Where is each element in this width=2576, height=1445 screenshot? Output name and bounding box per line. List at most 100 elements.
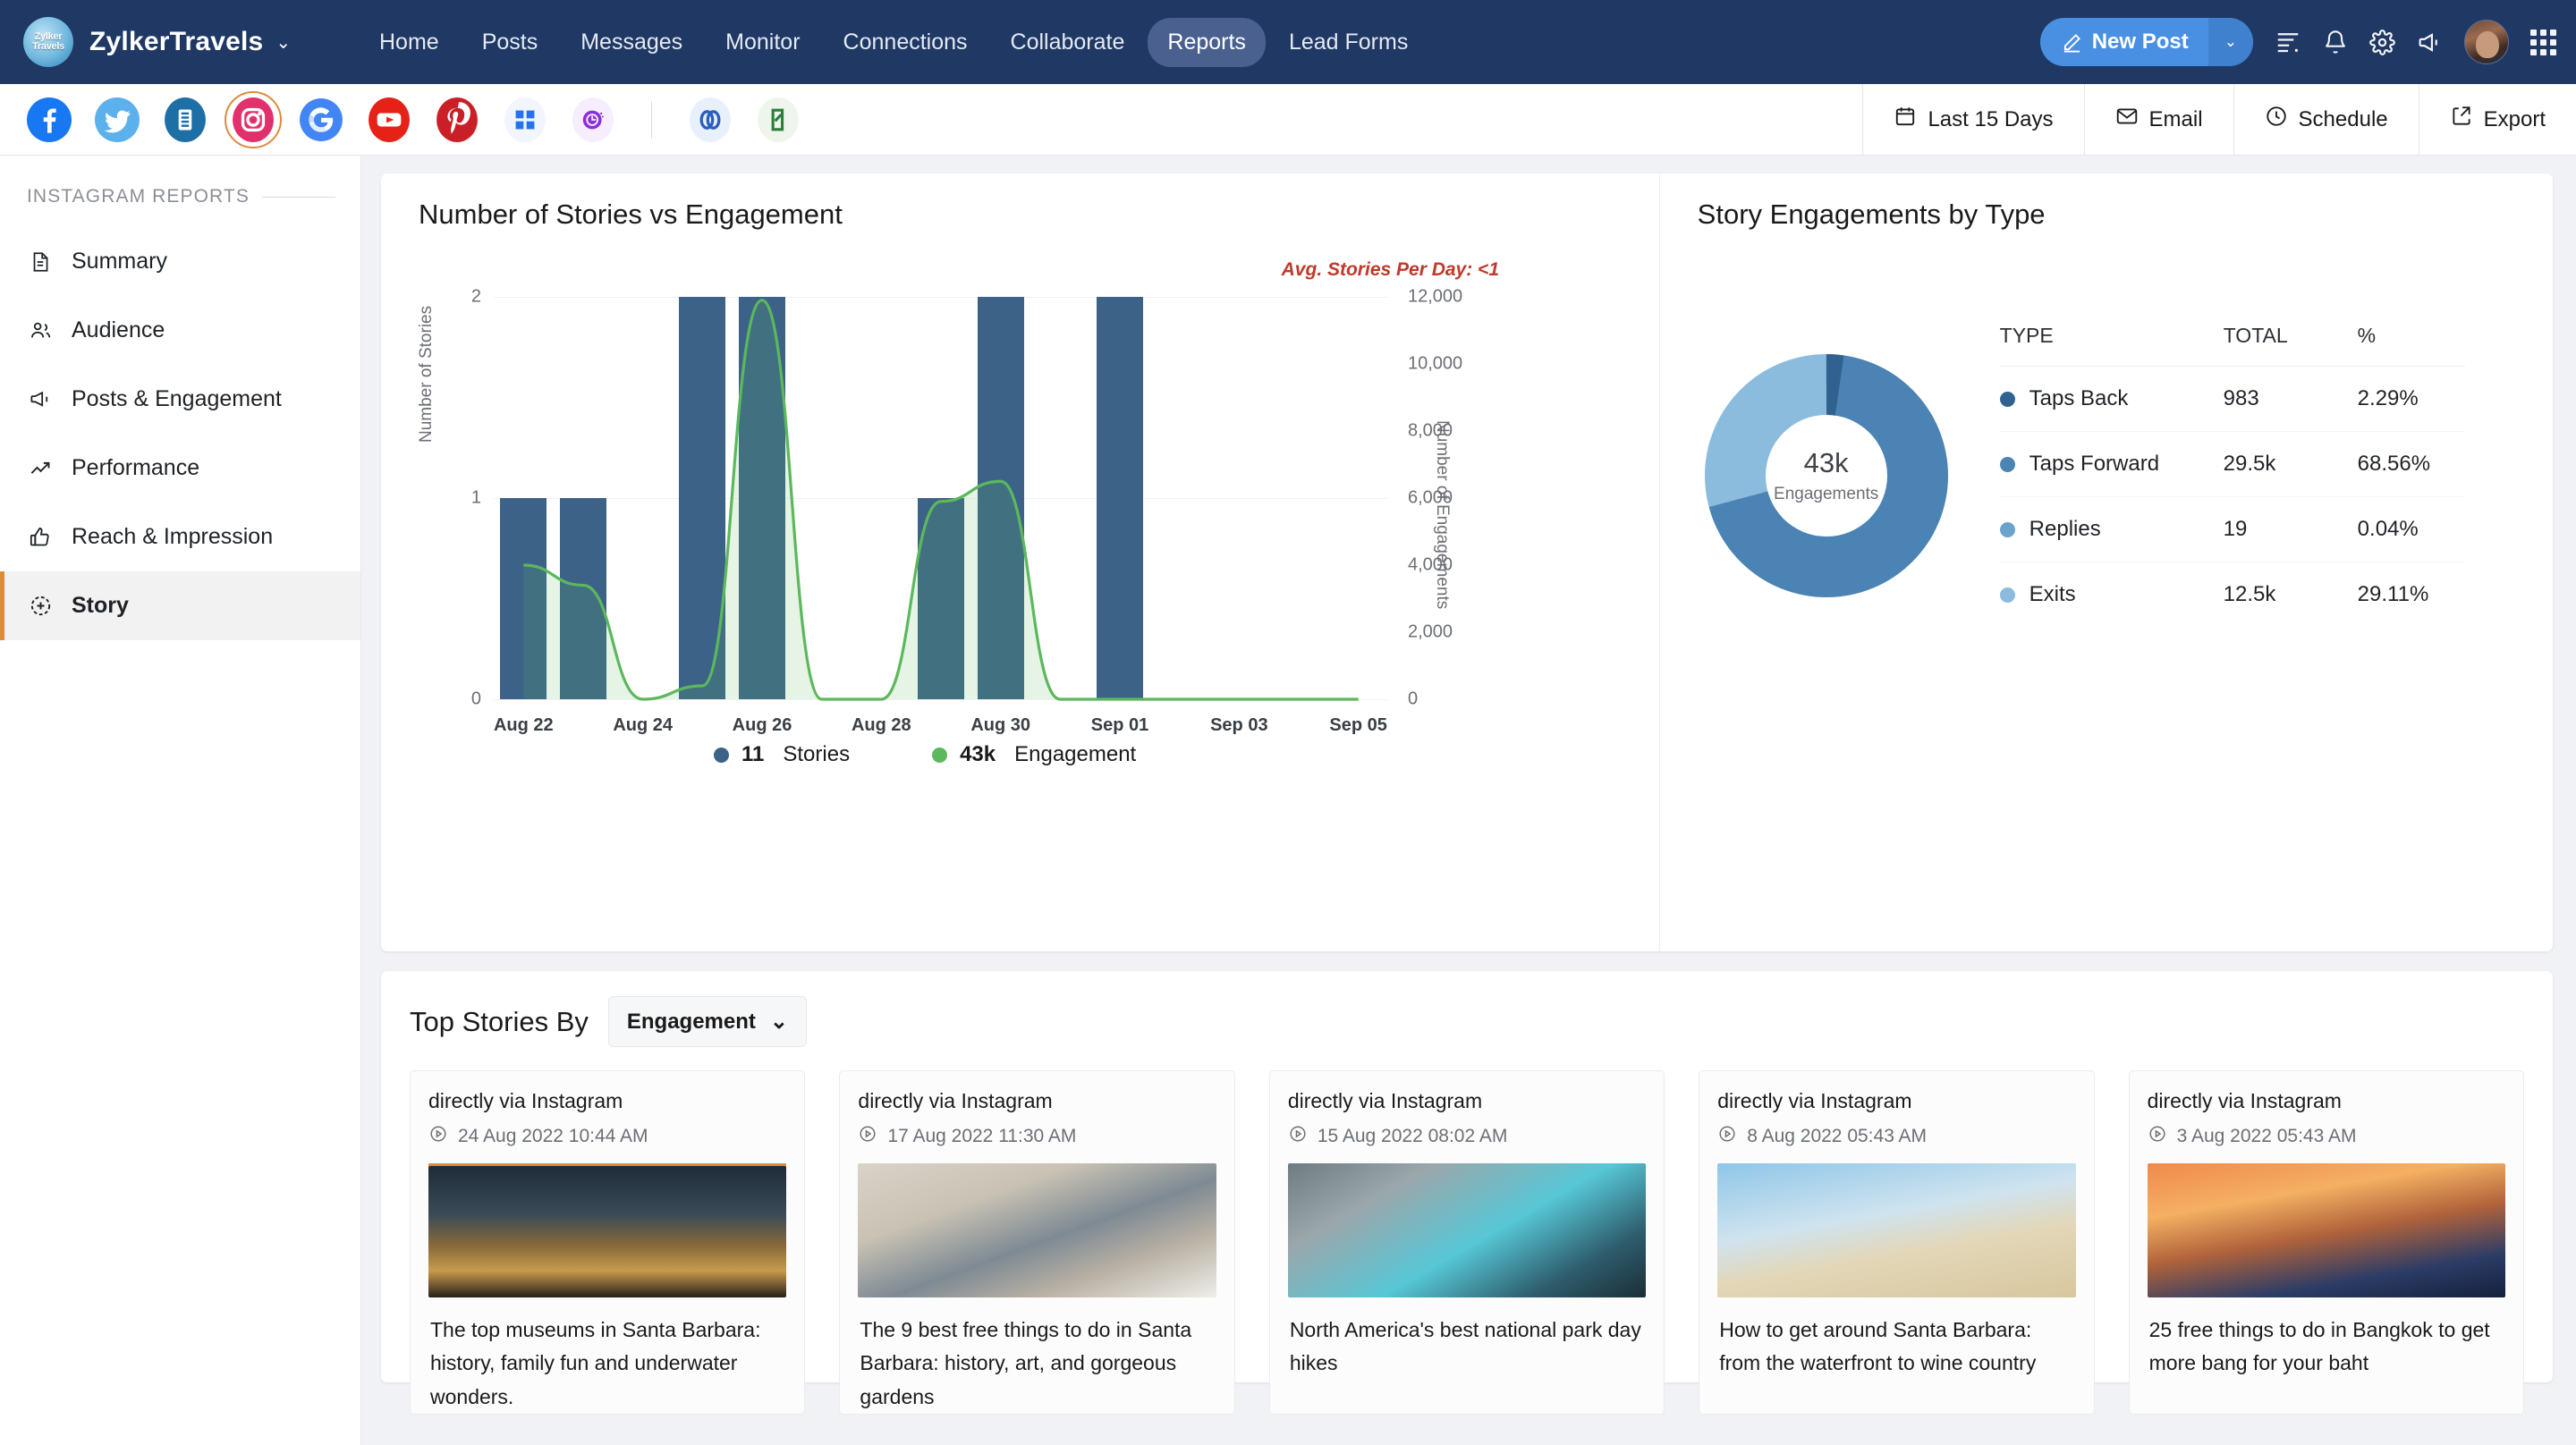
sidebar-item-label: Story (72, 593, 129, 618)
menu-item-monitor[interactable]: Monitor (706, 18, 819, 67)
sidebar-heading: INSTAGRAM REPORTS (0, 186, 360, 207)
menu-item-messages[interactable]: Messages (561, 18, 702, 67)
channel-youtube-icon[interactable] (367, 97, 411, 142)
document-icon (27, 250, 54, 274)
donut-center-label: Engagements (1774, 484, 1879, 503)
story-date-text: 24 Aug 2022 10:44 AM (458, 1126, 648, 1146)
story-card[interactable]: directly via Instagram 15 Aug 2022 08:02 … (1268, 1070, 1665, 1415)
megaphone-icon[interactable] (2417, 30, 2443, 55)
brand-logo-icon: Zylker Travels (23, 17, 73, 67)
story-caption: How to get around Santa Barbara: from th… (1719, 1318, 2037, 1375)
engagement-line-series (523, 299, 1359, 701)
sidebar-item-story[interactable]: Story (0, 571, 360, 640)
thumbs-up-icon (27, 525, 54, 549)
story-date: 17 Aug 2022 11:30 AM (858, 1124, 1216, 1149)
channel-tiktok-icon[interactable] (571, 97, 615, 142)
cell-type: Replies (1999, 496, 2224, 562)
channel-instagram-icon[interactable] (225, 90, 282, 148)
megaphone-icon (27, 387, 54, 411)
cell-total: 983 (2223, 366, 2358, 432)
new-post-main[interactable]: New Post (2040, 30, 2208, 55)
type-label: Replies (2029, 517, 2101, 541)
story-card[interactable]: directly via Instagram 17 Aug 2022 11:30 … (839, 1070, 1235, 1415)
page-body: INSTAGRAM REPORTS Summary Audience Posts &… (0, 156, 2576, 1445)
y-tick-left: 1 (470, 487, 481, 508)
top-navigation-bar: Zylker Travels ZylkerTravels ⌄ Home Posts… (0, 0, 2576, 84)
report-toolbar: Last 15 Days Email Schedule Export (1862, 84, 2576, 155)
engagement-donut-chart[interactable]: 43k Engagements (1704, 353, 1948, 597)
sidebar-item-reach-impression[interactable]: Reach & Impression (0, 503, 360, 571)
y-tick-right: 0 (1408, 689, 1419, 709)
legend-dot (1999, 521, 2015, 537)
story-source: directly via Instagram (1717, 1089, 1912, 1112)
new-post-dropdown-caret[interactable]: ⌄ (2207, 18, 2253, 66)
channel-bar: Last 15 Days Email Schedule Export (0, 84, 2576, 156)
legend-value: 11 (741, 742, 765, 766)
menu-item-reports[interactable]: Reports (1148, 17, 1266, 67)
table-header-row: TYPE TOTAL% (1999, 324, 2465, 367)
gear-icon[interactable] (2369, 29, 2395, 55)
y-tick-right: 8,000 (1408, 420, 1453, 441)
channel-microsoft-icon[interactable] (503, 97, 547, 142)
tool-label: Last 15 Days (1928, 106, 2054, 131)
y-tick-right: 12,000 (1408, 286, 1463, 307)
story-source: directly via Instagram (1287, 1089, 1483, 1112)
channel-twitter-icon[interactable] (95, 97, 140, 142)
tool-schedule[interactable]: Schedule (2233, 84, 2419, 155)
table-row: Taps Back 983 2.29% (1999, 366, 2465, 432)
legend-item-stories: 11 Stories (714, 742, 850, 767)
story-thumbnail (428, 1163, 787, 1297)
sidebar-item-audience[interactable]: Audience (0, 296, 360, 365)
column-header-type: TYPE (1999, 324, 2224, 367)
story-source: directly via Instagram (858, 1089, 1053, 1112)
main-menu: Home Posts Messages Monitor Connections Colla… (360, 17, 1428, 67)
sidebar-item-posts-engagement[interactable]: Posts & Engagement (0, 365, 360, 434)
story-plus-icon (27, 594, 54, 618)
new-post-button[interactable]: New Post ⌄ (2039, 18, 2253, 66)
x-tick-label: Aug 30 (970, 715, 1030, 735)
menu-item-connections[interactable]: Connections (824, 18, 987, 67)
type-cell-wrap: Taps Back (1999, 386, 2224, 411)
story-thumbnail (1287, 1163, 1647, 1297)
bell-icon[interactable] (2323, 30, 2348, 55)
channel-zoho-desk-icon[interactable] (756, 97, 801, 142)
sidebar-item-performance[interactable]: Performance (0, 434, 360, 503)
story-caption: The 9 best free things to do in Santa Ba… (860, 1318, 1192, 1408)
tool-email[interactable]: Email (2083, 84, 2233, 155)
story-card[interactable]: directly via Instagram 3 Aug 2022 05:43 A… (2128, 1070, 2525, 1415)
menu-item-home[interactable]: Home (360, 18, 459, 67)
menu-item-posts[interactable]: Posts (462, 18, 558, 67)
y-axis-label-right: Number of Engagements (1432, 420, 1452, 610)
sidebar-item-label: Performance (72, 455, 200, 480)
top-stories-sort-select[interactable]: Engagement ⌄ (607, 996, 808, 1047)
sort-selected-value: Engagement (626, 1009, 756, 1034)
type-label: Taps Forward (2029, 452, 2160, 476)
channel-pinterest-icon[interactable] (435, 97, 479, 142)
y-tick-right: 2,000 (1408, 621, 1453, 642)
menu-item-lead-forms[interactable]: Lead Forms (1269, 18, 1428, 67)
type-label: Taps Back (2029, 386, 2129, 410)
x-tick-label: Sep 03 (1210, 715, 1268, 735)
brand-switcher[interactable]: Zylker Travels ZylkerTravels ⌄ (0, 17, 345, 67)
apps-grid-icon[interactable] (2530, 29, 2556, 55)
tool-last-15-days[interactable]: Last 15 Days (1862, 84, 2083, 155)
story-date-text: 3 Aug 2022 05:43 AM (2176, 1126, 2357, 1146)
story-card[interactable]: directly via Instagram 24 Aug 2022 10:44 … (410, 1070, 806, 1415)
tool-label: Export (2483, 106, 2546, 131)
list-icon[interactable] (2275, 29, 2301, 55)
x-tick-label: Aug 28 (851, 715, 911, 735)
tool-export[interactable]: Export (2418, 84, 2576, 155)
sidebar-heading-rule (261, 196, 335, 198)
channel-linkedin-icon[interactable] (163, 97, 208, 142)
menu-item-collaborate[interactable]: Collaborate (991, 18, 1145, 67)
column-header-total: TOTAL (2223, 324, 2358, 367)
sidebar-item-summary[interactable]: Summary (0, 227, 360, 296)
brand-logo-line2: Travels (32, 41, 64, 52)
channel-google-business-icon[interactable] (299, 97, 343, 142)
cell-pct: 2.29% (2357, 366, 2465, 432)
top-stories-card: Top Stories By Engagement ⌄ directly via… (381, 971, 2553, 1415)
channel-zoho-link-icon[interactable] (688, 97, 733, 142)
avatar[interactable] (2464, 20, 2509, 64)
story-card[interactable]: directly via Instagram 8 Aug 2022 05:43 A… (1699, 1070, 2095, 1415)
channel-facebook-icon[interactable] (27, 97, 72, 142)
